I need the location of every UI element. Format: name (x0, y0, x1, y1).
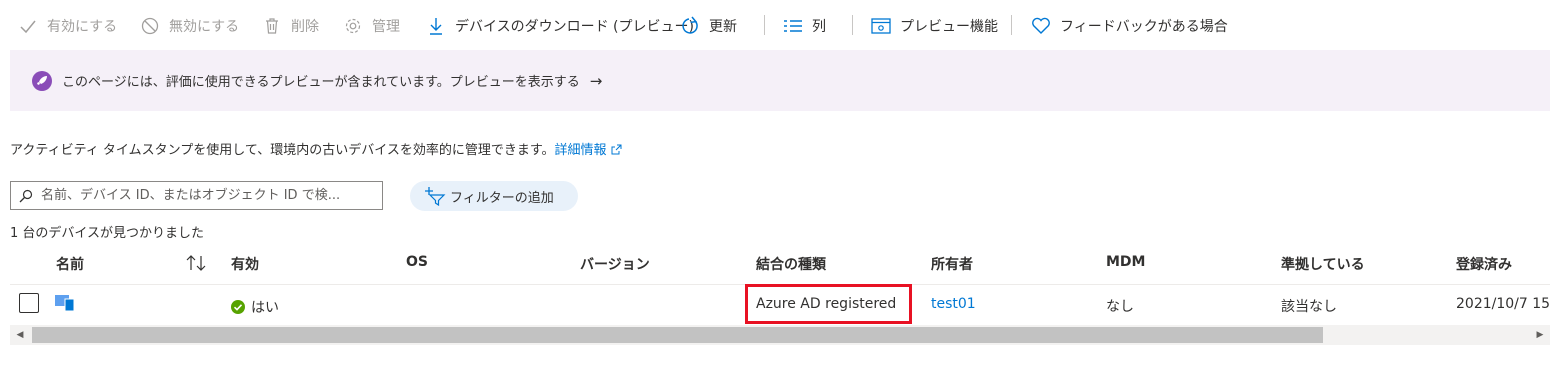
column-header-mdm[interactable]: MDM (1106, 254, 1145, 270)
scroll-right-icon[interactable]: ▶ (1530, 325, 1550, 345)
refresh-label: 更新 (709, 19, 737, 35)
disable-label: 無効にする (169, 19, 240, 35)
command-bar: 有効にする 無効にする 削除 管理 デバイスのダウンロード (プレビュー) 更新 (0, 0, 1562, 50)
device-icon[interactable] (54, 293, 78, 317)
enable-button[interactable]: 有効にする (18, 14, 117, 38)
sort-icon[interactable] (186, 254, 208, 276)
disable-button[interactable]: 無効にする (140, 14, 239, 38)
result-count: 1 台のデバイスが見つかりました (10, 226, 205, 241)
column-header-registered[interactable]: 登録済み (1456, 254, 1512, 274)
search-box[interactable] (10, 181, 383, 210)
add-filter-button[interactable]: フィルターの追加 (410, 181, 578, 211)
refresh-icon (680, 16, 700, 36)
external-link-icon (611, 144, 622, 159)
toolbar-divider (1011, 15, 1012, 35)
search-icon (19, 189, 33, 203)
description-text: アクティビティ タイムスタンプを使用して、環境内の古いデバイスを効率的に管理でき… (10, 143, 555, 158)
column-header-enabled[interactable]: 有効 (231, 254, 259, 274)
feedback-button[interactable]: フィードバックがある場合 (1031, 14, 1228, 38)
preview-banner[interactable]: このページには、評価に使用できるプレビューが含まれています。プレビューを表示する… (10, 50, 1550, 111)
scroll-left-icon[interactable]: ◀ (10, 325, 30, 345)
arrow-right-icon: → (589, 71, 603, 90)
compliant-value: 該当なし (1281, 299, 1337, 315)
scrollbar-thumb[interactable] (32, 327, 1323, 343)
preview-features-label: プレビュー機能 (900, 19, 998, 35)
preview-icon (871, 16, 891, 36)
learn-more-link[interactable]: 詳細情報 (555, 143, 622, 158)
block-icon (140, 16, 160, 36)
delete-button[interactable]: 削除 (262, 14, 319, 38)
banner-text: このページには、評価に使用できるプレビューが含まれています。プレビューを表示する (62, 75, 580, 90)
rocket-icon (32, 70, 52, 91)
download-icon (426, 16, 446, 36)
heart-icon (1031, 16, 1051, 36)
gear-icon (343, 16, 363, 36)
row-checkbox[interactable] (19, 293, 39, 313)
enabled-status: はい (231, 297, 279, 318)
columns-icon (783, 16, 803, 36)
columns-button[interactable]: 列 (783, 14, 826, 38)
enable-label: 有効にする (47, 19, 118, 35)
column-header-name[interactable]: 名前 (56, 254, 84, 274)
owner-link[interactable]: test01 (931, 296, 976, 312)
feedback-label: フィードバックがある場合 (1060, 19, 1228, 35)
trash-icon (262, 16, 282, 36)
manage-button[interactable]: 管理 (343, 14, 400, 38)
column-header-version[interactable]: バージョン (580, 254, 650, 274)
delete-label: 削除 (291, 19, 319, 35)
registered-value: 2021/10/7 15 (1456, 296, 1551, 312)
checkmark-icon (18, 16, 38, 36)
toolbar-divider (764, 15, 765, 35)
enabled-value: はい (251, 300, 279, 316)
download-devices-button[interactable]: デバイスのダウンロード (プレビュー) (426, 14, 694, 38)
column-header-join-type[interactable]: 結合の種類 (756, 254, 826, 274)
add-filter-label: フィルターの追加 (450, 190, 554, 206)
refresh-button[interactable]: 更新 (680, 14, 737, 38)
columns-label: 列 (812, 19, 826, 35)
column-header-owner[interactable]: 所有者 (931, 254, 973, 274)
search-input[interactable] (39, 187, 382, 204)
mdm-value: なし (1106, 299, 1134, 315)
column-header-compliant[interactable]: 準拠している (1281, 254, 1365, 274)
success-check-icon (231, 299, 245, 318)
highlight-box (745, 284, 912, 324)
add-filter-icon (424, 186, 446, 206)
description: アクティビティ タイムスタンプを使用して、環境内の古いデバイスを効率的に管理でき… (10, 139, 622, 159)
download-label: デバイスのダウンロード (プレビュー) (455, 19, 694, 35)
manage-label: 管理 (372, 19, 400, 35)
column-header-os[interactable]: OS (406, 254, 428, 270)
preview-features-button[interactable]: プレビュー機能 (871, 14, 998, 38)
toolbar-divider (852, 15, 853, 35)
